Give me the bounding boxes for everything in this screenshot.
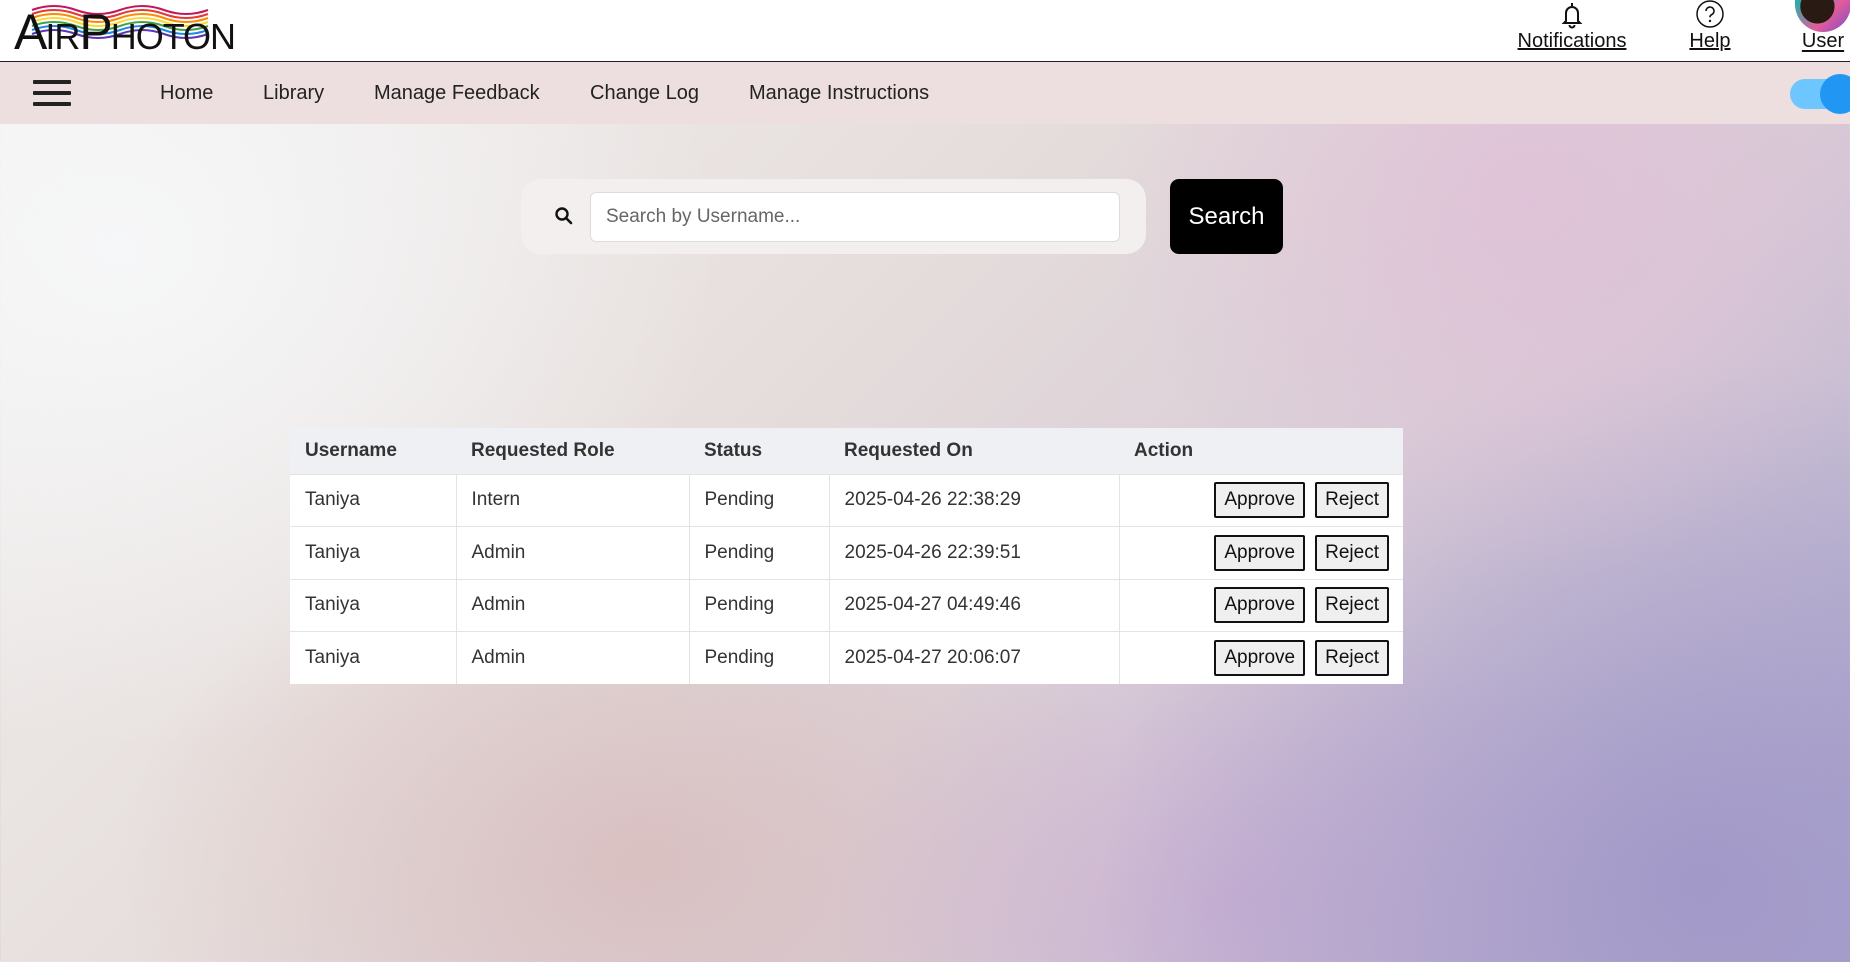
cell-status: Pending [688,473,829,527]
cell-requested-role: Admin [455,526,689,579]
approve-button[interactable]: Approve [1214,482,1306,519]
approve-button[interactable]: Approve [1214,640,1306,676]
column-header-username: Username [305,439,397,461]
approve-button[interactable]: Approve [1214,587,1306,624]
cell-requested-on: 2025-04-27 04:49:46 [828,578,1119,632]
search-button[interactable]: Search [1170,179,1283,254]
cell-action: Approve Reject [1118,473,1403,527]
column-header-requested-on: Requested On [844,439,973,461]
cell-status: Pending [688,526,829,579]
avatar [1795,0,1850,32]
cell-action: Approve Reject [1118,526,1403,579]
table-row: Taniya Admin Pending 2025-04-27 20:06:07… [290,631,1403,684]
bell-icon [1561,3,1583,29]
top-header: AIRPHOTON Notifications Help User [0,0,1850,62]
theme-toggle[interactable] [1790,74,1850,114]
cell-requested-on: 2025-04-26 22:39:51 [828,526,1119,579]
reject-button[interactable]: Reject [1315,534,1389,571]
logo-letters-hoton: HOTON [110,16,236,57]
help-label: Help [1689,30,1731,52]
reject-button[interactable]: Reject [1315,482,1389,519]
cell-requested-on: 2025-04-27 20:06:07 [828,631,1119,684]
main-navbar: Home Library Manage Feedback Change Log … [0,62,1850,124]
reject-button[interactable]: Reject [1315,587,1389,624]
nav-item-home[interactable]: Home [160,82,213,105]
nav-item-change-log[interactable]: Change Log [590,82,699,105]
cell-requested-role: Admin [455,631,689,684]
logo-letter-a: A [14,4,47,60]
cell-requested-on: 2025-04-26 22:38:29 [828,473,1119,527]
table-row: Taniya Admin Pending 2025-04-26 22:39:51… [290,526,1403,579]
cell-action: Approve Reject [1118,631,1403,684]
notifications-link[interactable]: Notifications [1512,0,1632,53]
reject-button[interactable]: Reject [1315,640,1389,676]
logo-text: AIRPHOTON [14,4,236,65]
airphoton-logo[interactable]: AIRPHOTON [14,2,236,60]
search-icon [555,207,573,225]
search-input[interactable] [590,192,1120,242]
role-requests-table: Username Requested Role Status Requested… [290,428,1403,684]
cell-action: Approve Reject [1118,578,1403,632]
cell-requested-role: Intern [455,473,689,527]
cell-status: Pending [688,578,829,632]
user-menu[interactable]: User [1788,0,1850,55]
cell-username: Taniya [290,631,456,684]
cell-status: Pending [688,631,829,684]
cell-username: Taniya [290,578,456,632]
user-label: User [1801,30,1845,52]
column-header-requested-role: Requested Role [471,439,615,461]
cell-username: Taniya [290,526,456,579]
column-header-action: Action [1134,439,1194,461]
nav-item-library[interactable]: Library [263,82,324,105]
search-bar [521,179,1146,254]
logo-letters-ir: IR [45,16,80,57]
toggle-knob [1820,74,1850,114]
nav-item-manage-instructions[interactable]: Manage Instructions [749,82,929,105]
table-header-row: Username Requested Role Status Requested… [290,428,1403,474]
approve-button[interactable]: Approve [1214,534,1306,571]
table-row: Taniya Admin Pending 2025-04-27 04:49:46… [290,578,1403,632]
help-circle-icon [1696,0,1724,28]
table-row: Taniya Intern Pending 2025-04-26 22:38:2… [290,473,1403,527]
hamburger-menu-icon[interactable] [33,80,71,106]
column-header-status: Status [704,439,763,461]
logo-letter-p: P [79,4,112,60]
cell-requested-role: Admin [455,578,689,632]
notifications-label: Notifications [1517,30,1627,52]
cell-username: Taniya [290,473,456,527]
help-link[interactable]: Help [1675,0,1745,53]
nav-item-manage-feedback[interactable]: Manage Feedback [374,82,540,105]
